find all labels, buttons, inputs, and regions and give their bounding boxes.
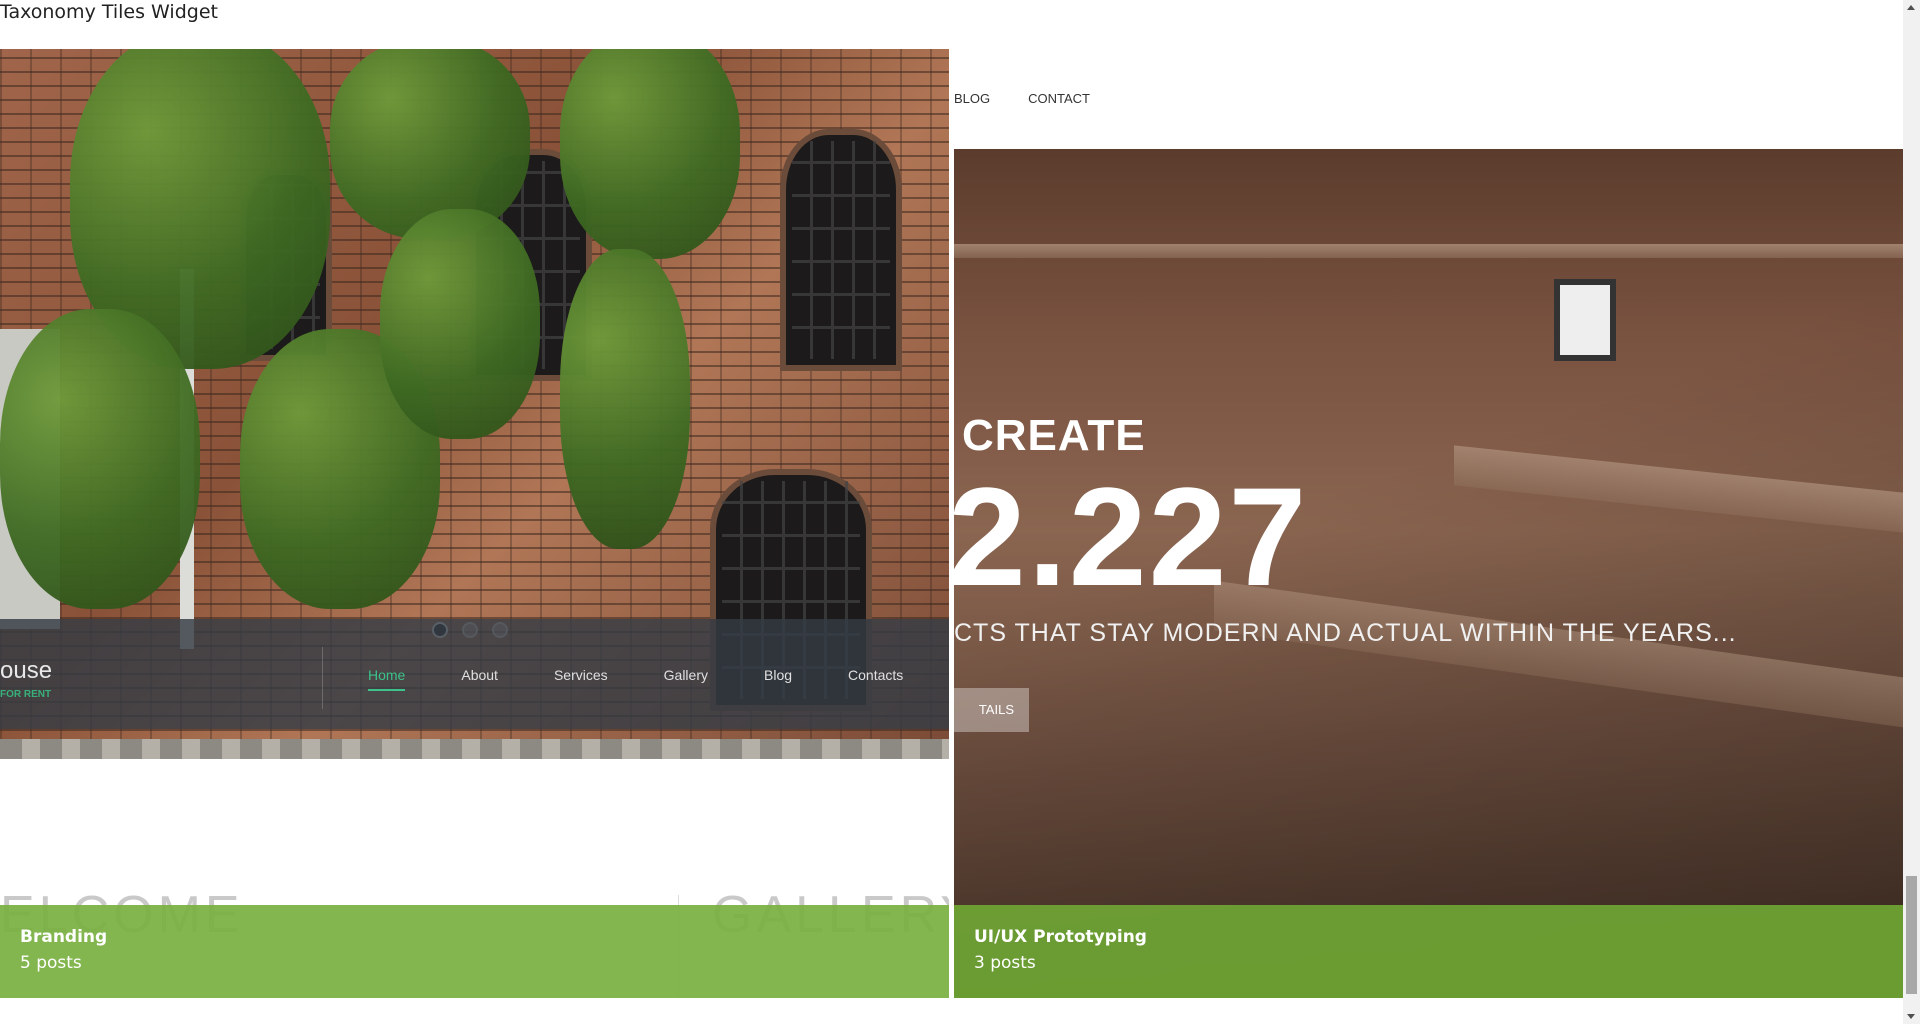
tile-image: CREATE 2.227 CTS THAT STAY MODERN AND AC… — [954, 149, 1903, 998]
bench — [1214, 580, 1903, 728]
divider — [322, 647, 323, 709]
preview-brand-sub: FOR RENT — [0, 689, 52, 700]
wall-lamp — [1554, 279, 1616, 361]
preview-nav-contacts: Contacts — [848, 667, 904, 683]
preview-topbar: BLOG CONTACT — [954, 49, 1903, 149]
scroll-up-arrow-icon[interactable] — [1907, 5, 1915, 10]
ivy — [560, 249, 690, 549]
tile-caption[interactable]: Branding 5 posts — [0, 905, 949, 998]
ivy — [0, 309, 200, 609]
preview-stat-label: CREATE — [962, 411, 1146, 460]
ivy — [560, 49, 740, 259]
tile-image: ouse FOR RENT Home About Services Galler… — [0, 49, 949, 759]
preview-brand: ouse — [0, 657, 53, 684]
tile-title[interactable]: UI/UX Prototyping — [974, 927, 1147, 947]
preview-nav-blog: Blog — [764, 667, 793, 683]
ivy — [330, 49, 530, 239]
window — [780, 129, 902, 371]
preview-nav: Home About Services Gallery Blog Contact… — [368, 667, 949, 691]
preview-nav-gallery: Gallery — [663, 667, 708, 683]
widget-title: Taxonomy Tiles Widget — [0, 1, 218, 23]
bench — [1454, 445, 1903, 533]
beam — [954, 244, 1903, 258]
tile-ui-ux-prototyping[interactable]: BLOG CONTACT CREATE 2.227 CTS THAT STAY … — [954, 49, 1903, 998]
preview-stat-value: 2.227 — [954, 458, 1309, 615]
preview-nav-home: Home — [368, 667, 406, 691]
ivy — [380, 209, 540, 439]
preview-details-button: TAILS — [954, 688, 1029, 732]
preview-nav-about: About — [461, 667, 498, 683]
scroll-down-arrow-icon[interactable] — [1907, 1014, 1915, 1019]
tile-branding[interactable]: ouse FOR RENT Home About Services Galler… — [0, 49, 949, 998]
tile-post-count: 5 posts — [20, 953, 82, 973]
preview-nav-blog: BLOG — [954, 91, 991, 106]
scroll-thumb[interactable] — [1906, 876, 1917, 994]
cobblestone — [0, 739, 949, 759]
preview-nav-services: Services — [553, 667, 608, 683]
tile-title[interactable]: Branding — [20, 927, 107, 947]
taxonomy-tiles: ouse FOR RENT Home About Services Galler… — [0, 49, 1903, 998]
preview-topnav: BLOG CONTACT — [954, 91, 1128, 106]
preview-stat-sub: CTS THAT STAY MODERN AND ACTUAL WITHIN T… — [954, 619, 1737, 647]
preview-nav-contact: CONTACT — [1028, 91, 1090, 106]
preview-navbar: ouse FOR RENT Home About Services Galler… — [0, 619, 949, 729]
tile-post-count: 3 posts — [974, 953, 1036, 973]
vertical-scrollbar[interactable] — [1903, 0, 1920, 1024]
tile-caption[interactable]: UI/UX Prototyping 3 posts — [954, 905, 1903, 998]
